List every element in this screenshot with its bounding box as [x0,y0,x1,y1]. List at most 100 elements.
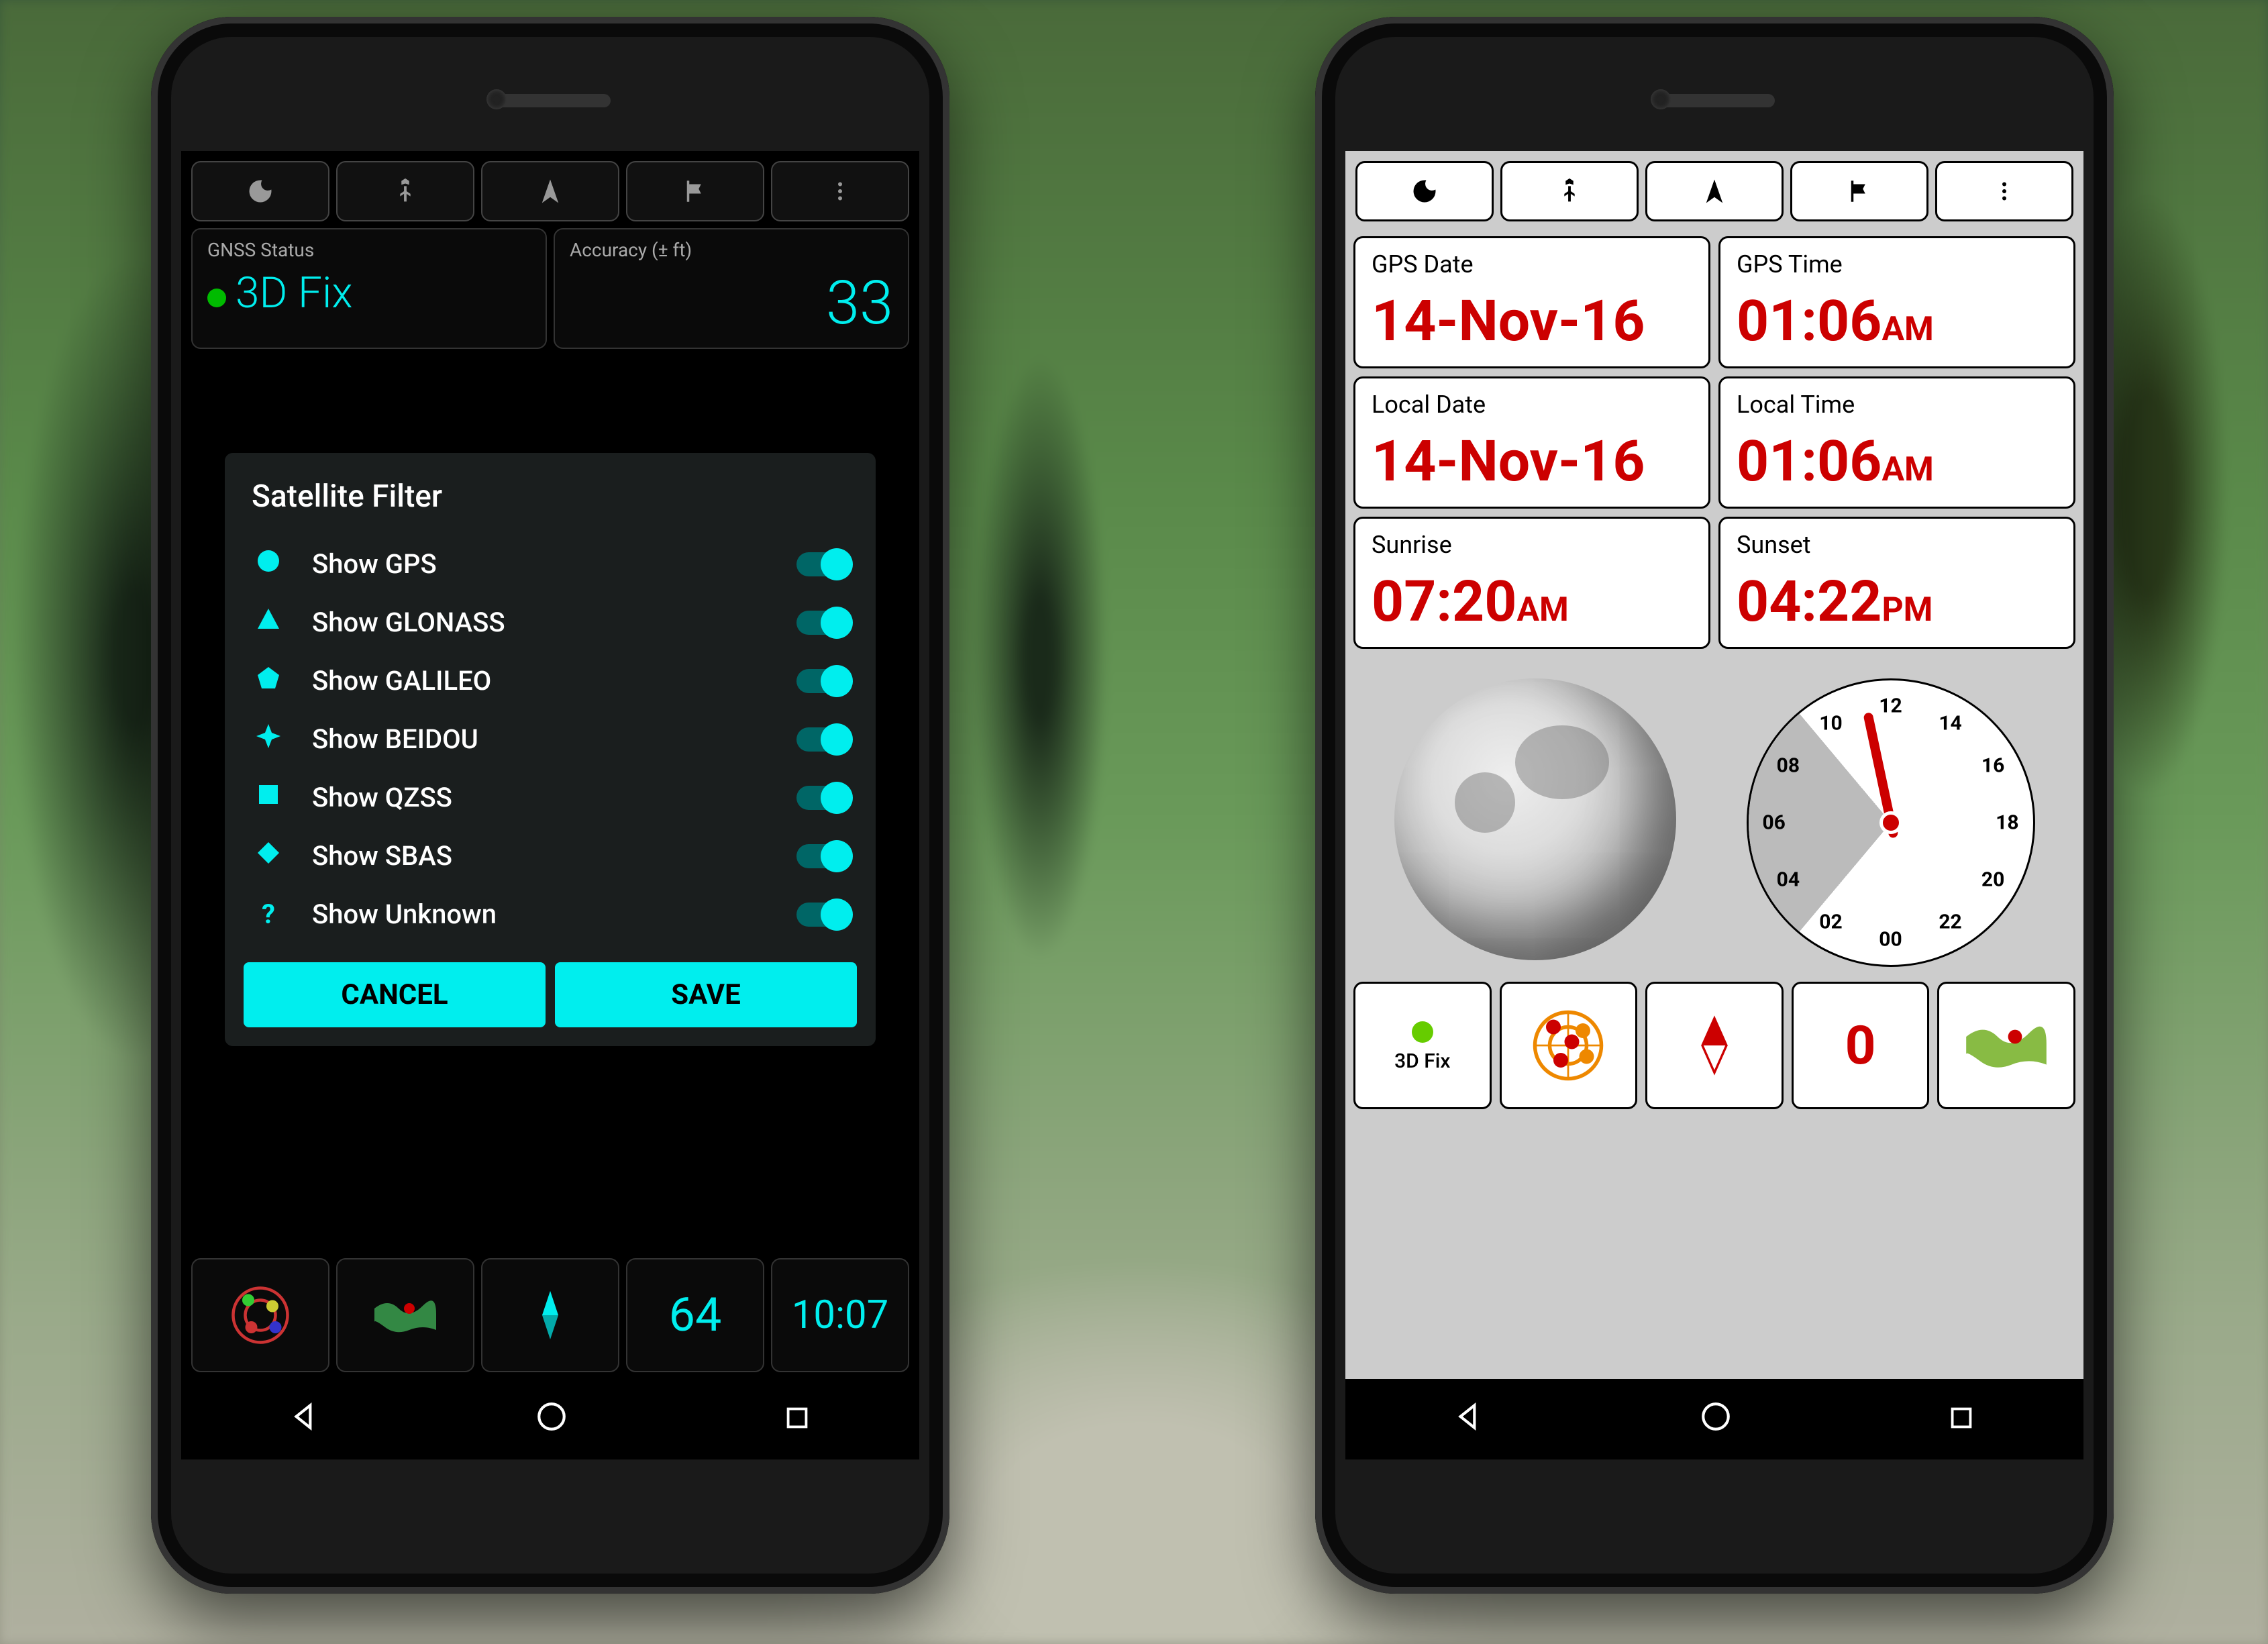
cancel-button[interactable]: CANCEL [244,962,546,1027]
clock-tick: 08 [1777,754,1800,778]
theme-toggle-button[interactable] [191,161,329,221]
toggle-qzss[interactable] [796,786,849,810]
theme-toggle-button[interactable] [1355,161,1494,221]
filter-label: Show BEIDOU [312,723,796,755]
save-button[interactable]: SAVE [555,962,857,1027]
clock-tick: 02 [1819,911,1842,934]
filter-row-glonass[interactable]: Show GLONASS [225,593,876,652]
clock-tick: 22 [1939,911,1961,934]
top-toolbar [1345,151,2083,228]
clock-time: 10:07 [792,1292,888,1338]
card-value: 04:22 [1737,568,1882,635]
phone-frame-right: GPS Date 14-Nov-16 GPS Time 01:06AM Loca… [1315,17,2114,1594]
phone-camera [486,89,507,109]
toggle-sbas[interactable] [796,844,849,868]
tile-count[interactable]: 64 [626,1258,764,1372]
clock-tick: 00 [1879,927,1902,951]
tile-satellites[interactable] [1500,982,1638,1109]
card-ampm: AM [1882,450,1933,489]
satellite-filter-dialog: Satellite Filter Show GPS Show GLONASS S… [225,453,876,1046]
toggle-gps[interactable] [796,552,849,576]
toggle-unknown[interactable] [796,903,849,927]
home-button[interactable] [1699,1396,1733,1443]
card-ampm: AM [1516,590,1568,629]
card-value: 14-Nov-16 [1372,288,1645,354]
satellite-count: 64 [669,1288,722,1343]
overflow-menu-button[interactable] [1935,161,2073,221]
clock-tick: 10 [1819,711,1842,735]
tile-heading[interactable]: 0 [1792,982,1930,1109]
card-label: Sunrise [1372,531,1692,559]
tile-fix-status[interactable]: 3D Fix [1353,982,1492,1109]
local-time-card: Local Time 01:06AM [1718,376,2075,509]
waypoint-person-button[interactable] [1500,161,1639,221]
navigate-button[interactable] [481,161,619,221]
filter-label: Show GLONASS [312,607,796,638]
diamond-icon [252,840,285,872]
filter-label: Show SBAS [312,840,796,872]
card-label: GPS Time [1737,250,2057,278]
circle-icon [252,548,285,580]
top-toolbar [181,151,919,228]
filter-row-qzss[interactable]: Show QZSS [225,768,876,827]
flag-button[interactable] [1790,161,1928,221]
card-label: Sunset [1737,531,2057,559]
phone-camera [1651,89,1671,109]
screen-dark: GNSS Status 3D Fix Accuracy (± ft) 33 Sa… [181,151,919,1459]
phone-speaker [1654,94,1775,107]
flag-button[interactable] [626,161,764,221]
back-button[interactable] [1452,1396,1486,1443]
clock-tick: 20 [1981,868,2004,891]
back-button[interactable] [288,1396,321,1443]
gps-date-card: GPS Date 14-Nov-16 [1353,236,1710,368]
triangle-icon [252,607,285,638]
filter-label: Show GALILEO [312,665,796,697]
clock-tick: 16 [1981,754,2004,778]
heading-value: 0 [1845,1014,1876,1077]
gnss-status-card: GNSS Status 3D Fix [191,228,547,349]
recents-button[interactable] [782,1396,813,1443]
star4-icon [252,723,285,755]
phone-frame-left: GNSS Status 3D Fix Accuracy (± ft) 33 Sa… [151,17,949,1594]
filter-row-unknown[interactable]: ? Show Unknown [225,885,876,943]
system-navbar [1345,1379,2083,1459]
filter-row-gps[interactable]: Show GPS [225,535,876,593]
gnss-status-value: 3D Fix [236,268,353,318]
tile-compass[interactable] [1645,982,1784,1109]
overflow-menu-button[interactable] [771,161,909,221]
card-label: Local Date [1372,391,1692,419]
status-dot-icon [207,289,226,307]
gps-time-card: GPS Time 01:06AM [1718,236,2075,368]
square-icon [252,782,285,813]
home-button[interactable] [535,1396,568,1443]
waypoint-person-button[interactable] [336,161,474,221]
dialog-title: Satellite Filter [225,453,876,535]
card-label: Local Time [1737,391,2057,419]
toggle-beidou[interactable] [796,727,849,752]
accuracy-value: 33 [570,268,893,338]
filter-row-beidou[interactable]: Show BEIDOU [225,710,876,768]
tile-compass[interactable] [481,1258,619,1372]
filter-label: Show GPS [312,548,796,580]
toggle-glonass[interactable] [796,611,849,635]
phone-speaker [490,94,611,107]
pentagon-icon [252,665,285,697]
toggle-galileo[interactable] [796,669,849,693]
card-ampm: AM [1882,310,1933,349]
sunset-card: Sunset 04:22PM [1718,517,2075,649]
tile-map[interactable] [336,1258,474,1372]
navigate-button[interactable] [1645,161,1784,221]
tile-map[interactable] [1937,982,2075,1109]
filter-row-galileo[interactable]: Show GALILEO [225,652,876,710]
clock-tick: 12 [1879,695,1902,718]
clock-tick: 18 [1996,811,2018,835]
filter-row-sbas[interactable]: Show SBAS [225,827,876,885]
card-ampm: PM [1882,590,1932,629]
tile-clock[interactable]: 10:07 [771,1258,909,1372]
recents-button[interactable] [1946,1396,1977,1443]
card-value: 01:06 [1737,288,1882,354]
tile-satellites[interactable] [191,1258,329,1372]
card-label: GPS Date [1372,250,1692,278]
clock-tick: 06 [1762,811,1785,835]
fix-label: 3D Fix [1394,1049,1450,1073]
